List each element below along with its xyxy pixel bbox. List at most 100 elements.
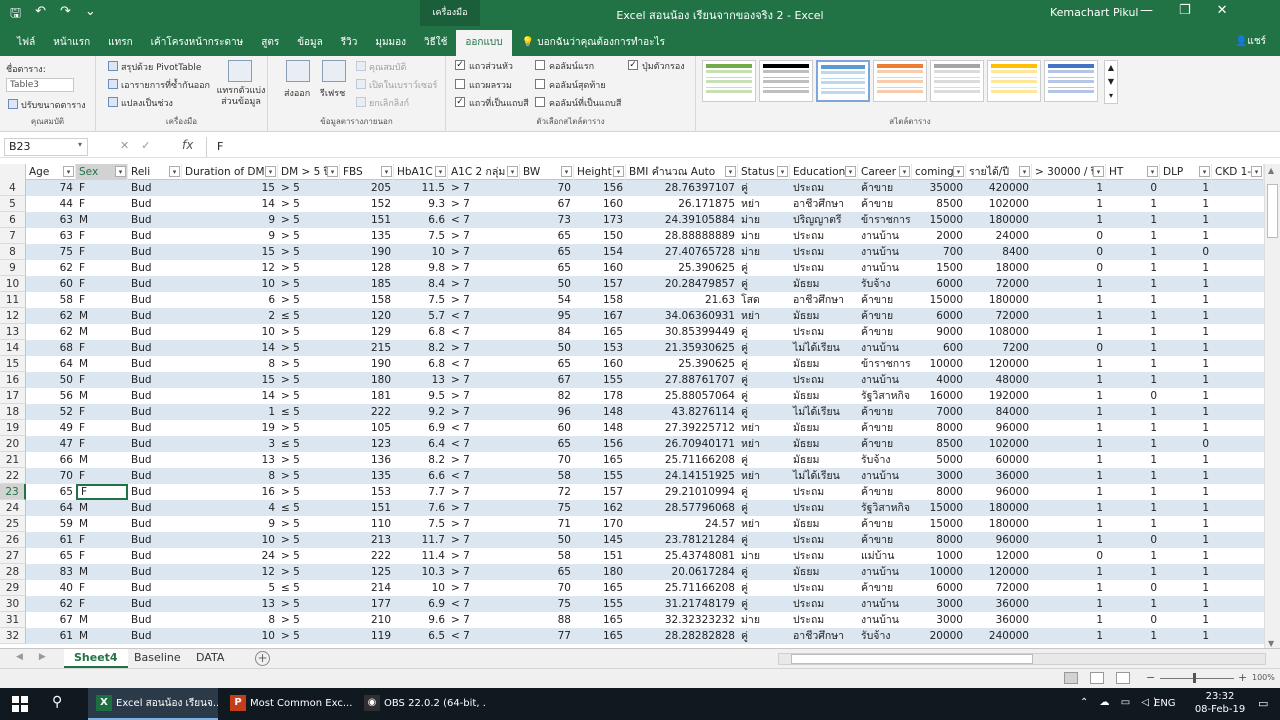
table-cell[interactable]: Bud	[128, 516, 182, 532]
table-cell[interactable]: 1	[1160, 212, 1212, 228]
table-cell[interactable]: หย่า	[738, 516, 790, 532]
table-cell[interactable]: F	[76, 436, 128, 452]
table-cell[interactable]: 145	[574, 532, 626, 548]
table-cell[interactable]: 1	[1032, 212, 1106, 228]
table-cell[interactable]: 1	[1160, 596, 1212, 612]
table-cell[interactable]: 1	[1160, 324, 1212, 340]
table-cell[interactable]: 157	[574, 484, 626, 500]
table-cell[interactable]: 160	[574, 260, 626, 276]
table-cell[interactable]: 44	[26, 196, 76, 212]
table-cell[interactable]: 120000	[966, 564, 1032, 580]
table-cell[interactable]: 3	[182, 436, 278, 452]
table-cell[interactable]: 1	[1160, 532, 1212, 548]
table-cell[interactable]: 64	[26, 500, 76, 516]
table-cell[interactable]: < 7	[448, 308, 520, 324]
table-cell[interactable]: 15000	[912, 292, 966, 308]
table-cell[interactable]: Bud	[128, 420, 182, 436]
table-cell[interactable]: 1	[1106, 596, 1160, 612]
export-button[interactable]: ส่งออก	[284, 86, 310, 100]
table-cell[interactable]: 15000	[912, 516, 966, 532]
filter-dropdown-icon[interactable]: ▾	[899, 166, 910, 177]
column-header[interactable]: Education ▾	[790, 164, 858, 180]
convert-to-range-button[interactable]: แปลงเป็นช่วง	[108, 96, 173, 110]
column-header[interactable]: coming ▾	[912, 164, 966, 180]
table-cell[interactable]: ค้าขาย	[858, 308, 912, 324]
table-cell[interactable]: 1	[1106, 628, 1160, 644]
table-cell[interactable]: ≤ 5	[278, 580, 340, 596]
table-cell[interactable]: < 7	[448, 628, 520, 644]
header-row-checkbox[interactable]: ✓	[455, 60, 465, 70]
table-cell[interactable]: M	[76, 516, 128, 532]
table-cell[interactable]: 1	[1160, 404, 1212, 420]
table-cell[interactable]: > 5	[278, 212, 340, 228]
table-cell[interactable]: งานบ้าน	[858, 468, 912, 484]
table-cell[interactable]: 1	[1106, 484, 1160, 500]
row-header[interactable]: 12	[0, 308, 26, 324]
table-cell[interactable]: หย่า	[738, 420, 790, 436]
table-cell[interactable]: 1	[1032, 468, 1106, 484]
table-cell[interactable]: 65	[520, 564, 574, 580]
table-cell[interactable]: 8	[182, 356, 278, 372]
table-cell[interactable]: 54	[520, 292, 574, 308]
table-cell[interactable]: 96000	[966, 484, 1032, 500]
table-cell[interactable]: 96000	[966, 532, 1032, 548]
table-cell[interactable]: F	[76, 180, 128, 196]
table-cell[interactable]: > 7	[448, 228, 520, 244]
row-header[interactable]: 16	[0, 372, 26, 388]
table-cell[interactable]: 7.6	[394, 500, 448, 516]
table-cell[interactable]: > 5	[278, 452, 340, 468]
table-cell[interactable]: 1	[1032, 356, 1106, 372]
table-cell[interactable]: 213	[340, 532, 394, 548]
table-cell[interactable]: 105	[340, 420, 394, 436]
filter-dropdown-icon[interactable]: ▾	[1199, 166, 1210, 177]
table-cell[interactable]: 152	[340, 196, 394, 212]
table-cell[interactable]: 0	[1106, 612, 1160, 628]
table-cell[interactable]: งานบ้าน	[858, 596, 912, 612]
row-header[interactable]: 7	[0, 228, 26, 244]
table-cell[interactable]: 1	[1032, 292, 1106, 308]
filter-dropdown-icon[interactable]: ▾	[435, 166, 446, 177]
table-cell[interactable]: รับจ้าง	[858, 628, 912, 644]
table-cell[interactable]: 20.0617284	[626, 564, 738, 580]
table-cell[interactable]: ประถม	[790, 484, 858, 500]
table-cell[interactable]: ปริญญาตรี	[790, 212, 858, 228]
table-cell[interactable]: คู่	[738, 180, 790, 196]
table-cell[interactable]: 1	[1032, 436, 1106, 452]
row-header[interactable]: 17	[0, 388, 26, 404]
table-cell[interactable]: > 5	[278, 292, 340, 308]
table-cell[interactable]: ค้าขาย	[858, 516, 912, 532]
table-cell[interactable]: 1	[1160, 228, 1212, 244]
table-cell[interactable]: 58	[26, 292, 76, 308]
table-cell[interactable]: 1	[1032, 324, 1106, 340]
table-cell[interactable]: 6.9	[394, 596, 448, 612]
column-header[interactable]: Height ▾	[574, 164, 626, 180]
table-cell[interactable]: 4000	[912, 372, 966, 388]
table-cell[interactable]: 8000	[912, 420, 966, 436]
table-cell[interactable]: ประถม	[790, 532, 858, 548]
row-header[interactable]: 27	[0, 548, 26, 564]
row-header[interactable]: 23	[0, 484, 26, 500]
sheet-nav-arrows[interactable]: ◀▶	[16, 652, 62, 662]
column-header[interactable]: Reli ▾	[128, 164, 182, 180]
table-cell[interactable]: งานบ้าน	[858, 372, 912, 388]
table-cell[interactable]: 0	[1032, 340, 1106, 356]
table-cell[interactable]: 8000	[912, 484, 966, 500]
table-cell[interactable]: 2	[182, 308, 278, 324]
table-cell[interactable]: > 5	[278, 180, 340, 196]
table-cell[interactable]: 88	[520, 612, 574, 628]
table-cell[interactable]: 60000	[966, 452, 1032, 468]
table-cell[interactable]: 600	[912, 340, 966, 356]
table-cell[interactable]: 13	[182, 452, 278, 468]
table-cell[interactable]: 70	[520, 180, 574, 196]
table-cell[interactable]: 8.2	[394, 340, 448, 356]
table-cell[interactable]: หย่า	[738, 436, 790, 452]
tab-page-layout[interactable]: เค้าโครงหน้ากระดาษ	[142, 30, 253, 56]
table-cell[interactable]: มัธยม	[790, 452, 858, 468]
table-cell[interactable]: 28.88888889	[626, 228, 738, 244]
table-cell[interactable]: 1	[1106, 420, 1160, 436]
filter-button-checkbox[interactable]: ✓	[628, 60, 638, 70]
table-cell[interactable]: 23.78121284	[626, 532, 738, 548]
table-cell[interactable]: 70	[26, 468, 76, 484]
table-cell[interactable]: 36000	[966, 468, 1032, 484]
table-cell[interactable]: ค้าขาย	[858, 436, 912, 452]
